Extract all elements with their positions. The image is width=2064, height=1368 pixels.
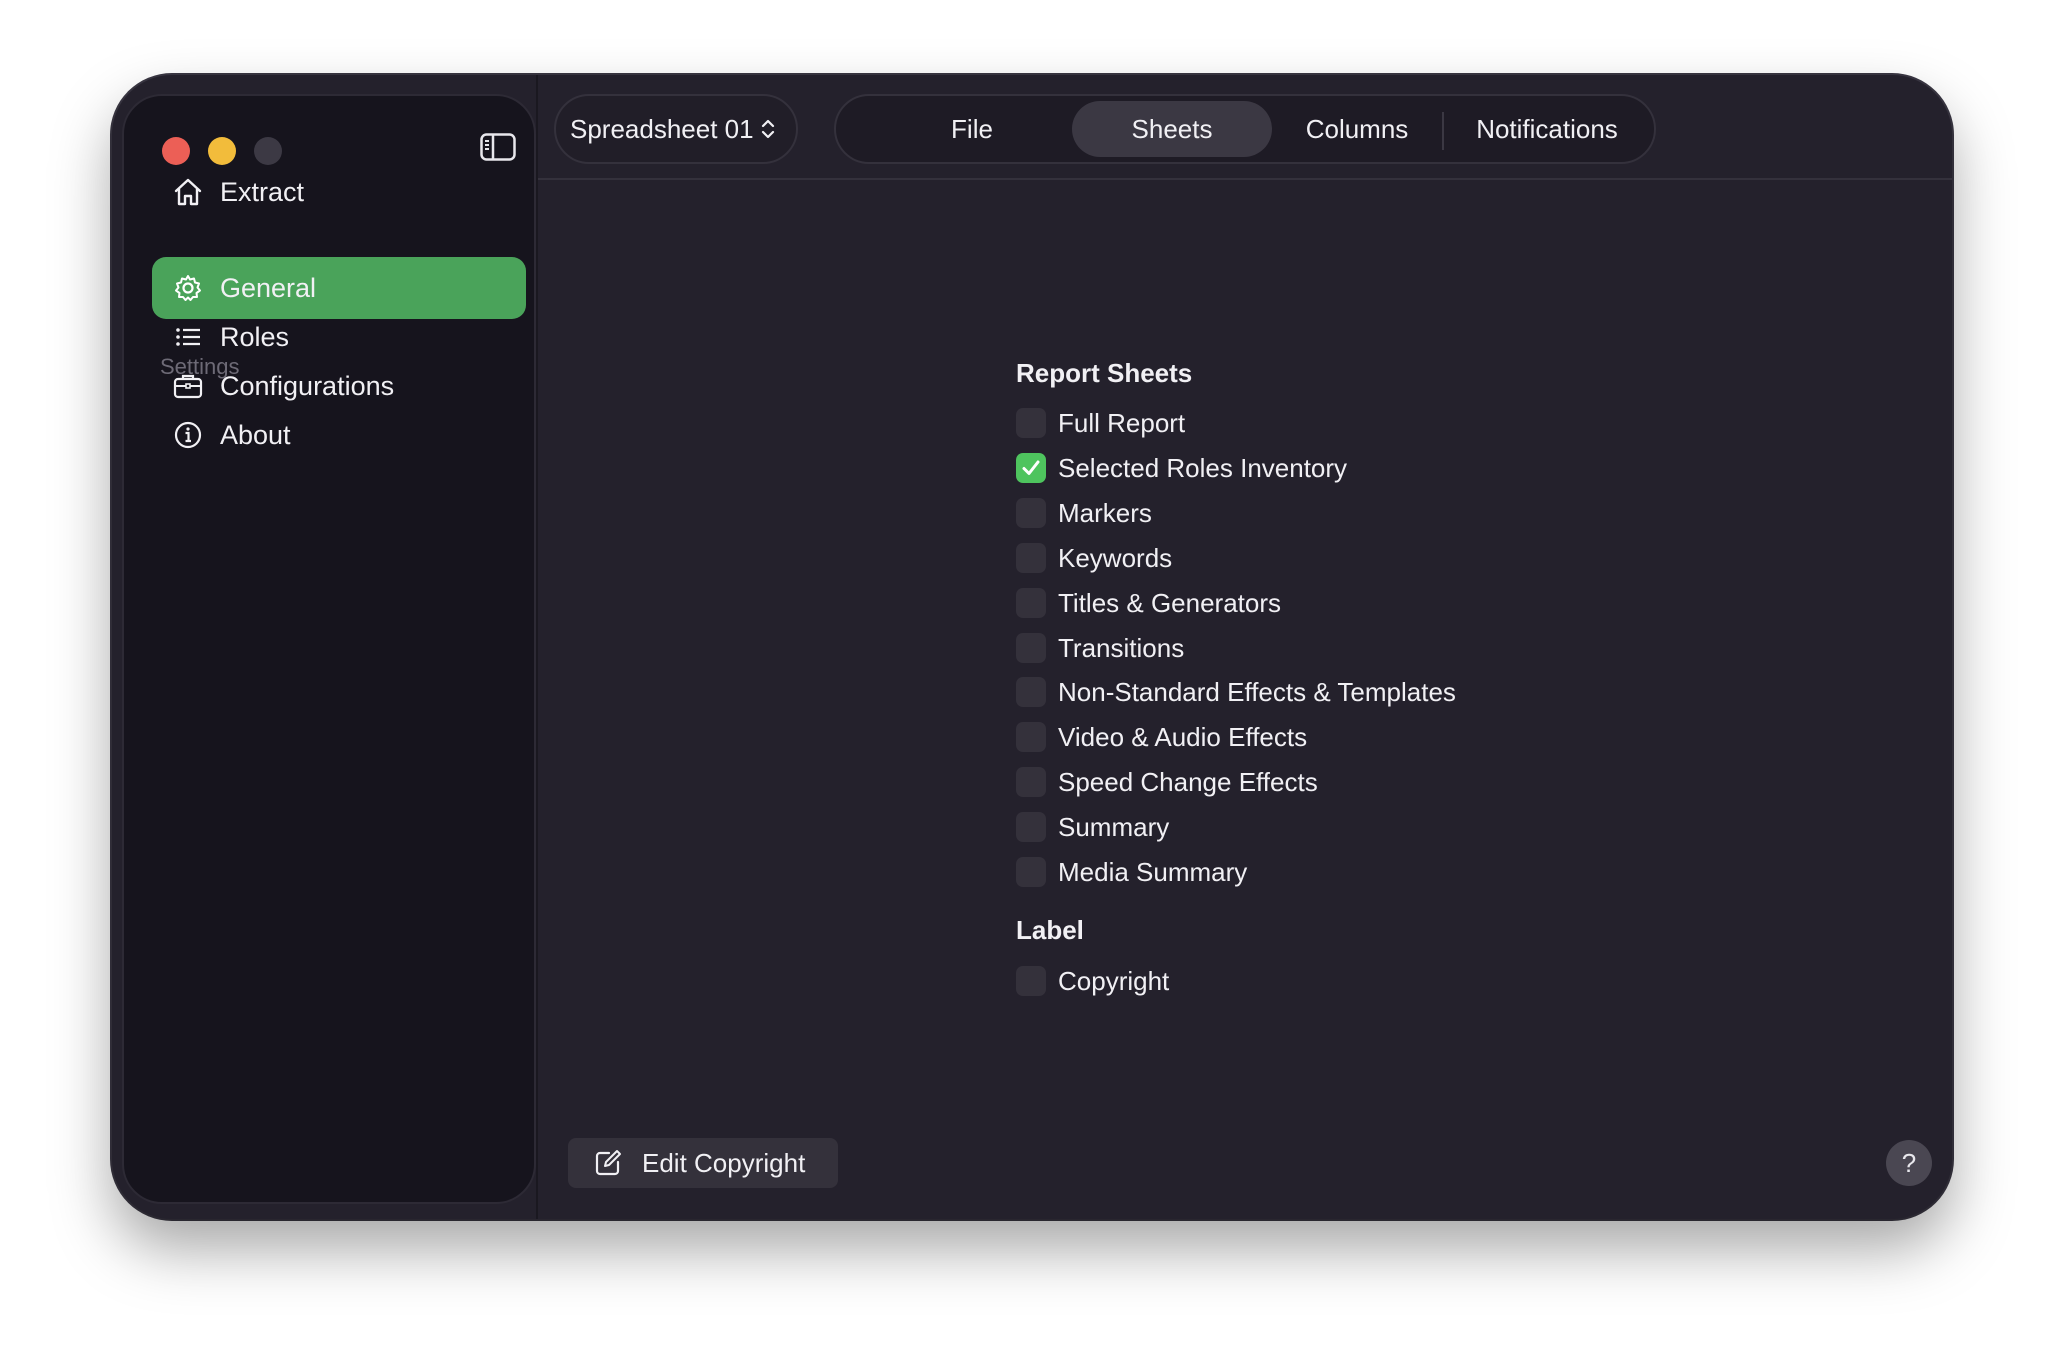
tab-columns[interactable]: Columns [1282,101,1432,157]
checkbox[interactable] [1016,588,1046,618]
sidebar-item-label: About [220,419,291,450]
sidebar-toggle-icon[interactable] [480,133,516,161]
checkbox-label: Non-Standard Effects & Templates [1058,676,1456,707]
checkbox-markers[interactable]: Markers [1016,496,1152,530]
list-icon [172,321,204,353]
sidebar-item-label: Roles [220,321,290,352]
app-window: Extract Settings General Roles Configura… [112,75,1952,1219]
checkbox-full-report[interactable]: Full Report [1016,406,1185,440]
checkmark-icon [1022,460,1040,475]
tab-notifications[interactable]: Notifications [1452,101,1642,157]
checkbox-media-summary[interactable]: Media Summary [1016,855,1247,889]
edit-copyright-label: Edit Copyright [642,1147,806,1178]
checkbox-selected-roles-inventory[interactable]: Selected Roles Inventory [1016,451,1347,485]
checkbox-titles-generators[interactable]: Titles & Generators [1016,586,1281,620]
edit-icon [594,1149,622,1177]
label-heading: Label [1016,915,1084,945]
sidebar-item-label: Configurations [220,370,395,401]
checkbox-summary[interactable]: Summary [1016,810,1169,844]
checkbox[interactable] [1016,812,1046,842]
checkbox-checked[interactable] [1016,453,1046,483]
spreadsheet-select-value: Spreadsheet 01 [570,113,754,144]
checkbox-transitions[interactable]: Transitions [1016,631,1184,665]
chevron-up-down-icon [760,117,776,141]
checkbox[interactable] [1016,408,1046,438]
tab-file[interactable]: File [892,101,1052,157]
toolbar-divider [538,178,1952,180]
checkbox-label: Video & Audio Effects [1058,721,1308,752]
checkbox-label: Transitions [1058,632,1185,663]
sidebar: Extract Settings General Roles Configura… [122,94,536,1204]
checkbox-label: Full Report [1058,407,1186,438]
checkbox[interactable] [1016,498,1046,528]
checkbox-label: Speed Change Effects [1058,766,1318,797]
sidebar-divider [536,75,538,1219]
spreadsheet-select[interactable]: Spreadsheet 01 [554,94,798,164]
checkbox[interactable] [1016,543,1046,573]
gear-icon [172,272,204,304]
checkbox[interactable] [1016,966,1046,996]
sidebar-item-label: General [220,272,317,303]
sidebar-item-about[interactable]: About [152,404,526,466]
checkbox-label: Selected Roles Inventory [1058,452,1348,483]
info-icon [172,419,204,451]
help-button[interactable]: ? [1886,1140,1932,1186]
tab-sheets[interactable]: Sheets [1072,101,1272,157]
checkbox-label: Markers [1058,497,1152,528]
checkbox-copyright[interactable]: Copyright [1016,964,1169,998]
checkbox-label: Media Summary [1058,856,1248,887]
house-icon [172,176,204,208]
tab-bar: File Sheets Columns Notifications [834,94,1656,164]
tab-separator [1442,112,1444,150]
checkbox[interactable] [1016,767,1046,797]
sidebar-item-extract[interactable]: Extract [152,161,526,223]
sidebar-item-label: Extract [220,176,305,207]
checkbox[interactable] [1016,677,1046,707]
checkbox[interactable] [1016,857,1046,887]
checkbox-label: Keywords [1058,542,1173,573]
checkbox-label: Copyright [1058,965,1170,996]
checkbox-speed-change-effects[interactable]: Speed Change Effects [1016,765,1318,799]
checkbox-keywords[interactable]: Keywords [1016,541,1172,575]
report-sheets-heading: Report Sheets [1016,358,1193,388]
checkbox[interactable] [1016,633,1046,663]
checkbox-video-audio-effects[interactable]: Video & Audio Effects [1016,720,1307,754]
checkbox[interactable] [1016,722,1046,752]
checkbox-label: Summary [1058,811,1170,842]
checkbox-label: Titles & Generators [1058,587,1282,618]
edit-copyright-button[interactable]: Edit Copyright [568,1138,838,1188]
checkbox-non-standard-effects[interactable]: Non-Standard Effects & Templates [1016,675,1456,709]
briefcase-icon [172,370,204,402]
